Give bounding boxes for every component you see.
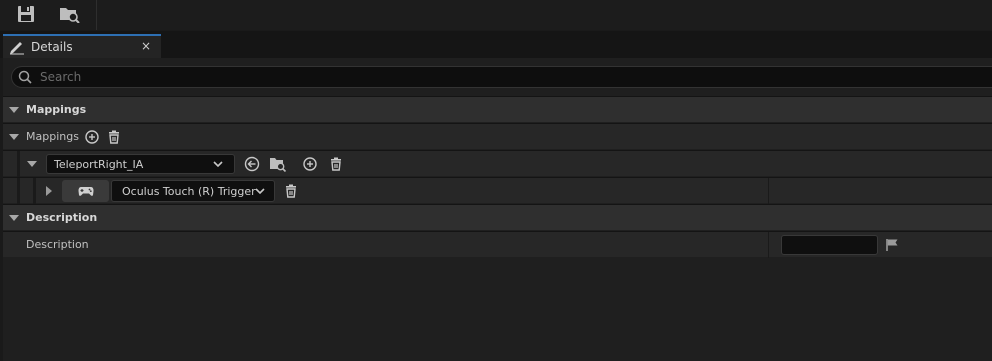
search-box[interactable] [11, 66, 992, 88]
close-icon[interactable]: × [141, 39, 151, 53]
category-label: Description [26, 211, 98, 224]
indent-bar [17, 151, 20, 177]
remove-mapping-button[interactable] [327, 155, 345, 173]
browse-asset-button[interactable] [269, 155, 287, 173]
category-mappings[interactable]: Mappings [3, 96, 992, 122]
browse-button[interactable] [52, 0, 88, 28]
description-input[interactable] [781, 235, 878, 255]
collapse-arrow-icon[interactable] [9, 106, 19, 113]
tab-details[interactable]: Details × [3, 34, 161, 58]
arrow-left-circle-icon [244, 156, 260, 172]
mapping-element-row: TeleportRight_IA [3, 150, 992, 177]
key-value: Oculus Touch (R) Trigger [122, 184, 256, 198]
clear-array-button[interactable] [105, 128, 123, 146]
property-label: Mappings [26, 130, 79, 143]
pencil-icon [10, 42, 24, 55]
toolbar-separator [96, 0, 97, 30]
localization-flag-button[interactable] [883, 236, 901, 254]
browse-icon [60, 8, 80, 23]
chevron-down-icon [213, 161, 223, 168]
plus-circle-icon [303, 157, 317, 171]
column-divider[interactable] [768, 232, 769, 258]
remove-key-button[interactable] [282, 182, 300, 200]
mappings-array-row: Mappings [3, 123, 992, 149]
expand-arrow-icon[interactable] [27, 161, 37, 167]
property-label: Description [26, 238, 89, 251]
column-divider[interactable] [768, 178, 769, 204]
add-key-button[interactable] [301, 155, 319, 173]
key-capture-button[interactable] [62, 180, 109, 202]
category-label: Mappings [26, 103, 87, 116]
gamepad-icon [78, 187, 93, 196]
browse-icon [270, 158, 287, 172]
collapse-arrow-icon[interactable] [9, 214, 19, 221]
details-panel: Mappings Mappings TeleportRigh [3, 58, 992, 361]
trash-icon [331, 157, 341, 171]
save-icon [18, 6, 34, 22]
action-combo[interactable]: TeleportRight_IA [46, 154, 235, 174]
trash-icon [286, 184, 296, 198]
category-description[interactable]: Description [3, 204, 992, 230]
plus-circle-icon [85, 129, 99, 144]
indent-bar [17, 178, 20, 204]
tab-strip: Details × [0, 31, 992, 58]
trash-icon [108, 130, 119, 144]
save-button[interactable] [8, 0, 44, 28]
key-row: Oculus Touch (R) Trigger [3, 177, 992, 204]
expand-arrow-icon[interactable] [46, 186, 52, 196]
chevron-down-icon [255, 188, 265, 195]
toolbar [0, 0, 992, 30]
search-input[interactable] [38, 69, 942, 85]
search-icon [18, 70, 32, 84]
action-value: TeleportRight_IA [54, 157, 144, 171]
expand-arrow-icon[interactable] [9, 133, 19, 140]
indent-bar [33, 178, 36, 204]
add-element-button[interactable] [83, 128, 101, 146]
flag-icon [886, 239, 898, 251]
key-combo[interactable]: Oculus Touch (R) Trigger [111, 180, 275, 202]
tab-label: Details [31, 40, 73, 54]
description-row: Description [3, 231, 992, 258]
use-selected-button[interactable] [243, 155, 261, 173]
